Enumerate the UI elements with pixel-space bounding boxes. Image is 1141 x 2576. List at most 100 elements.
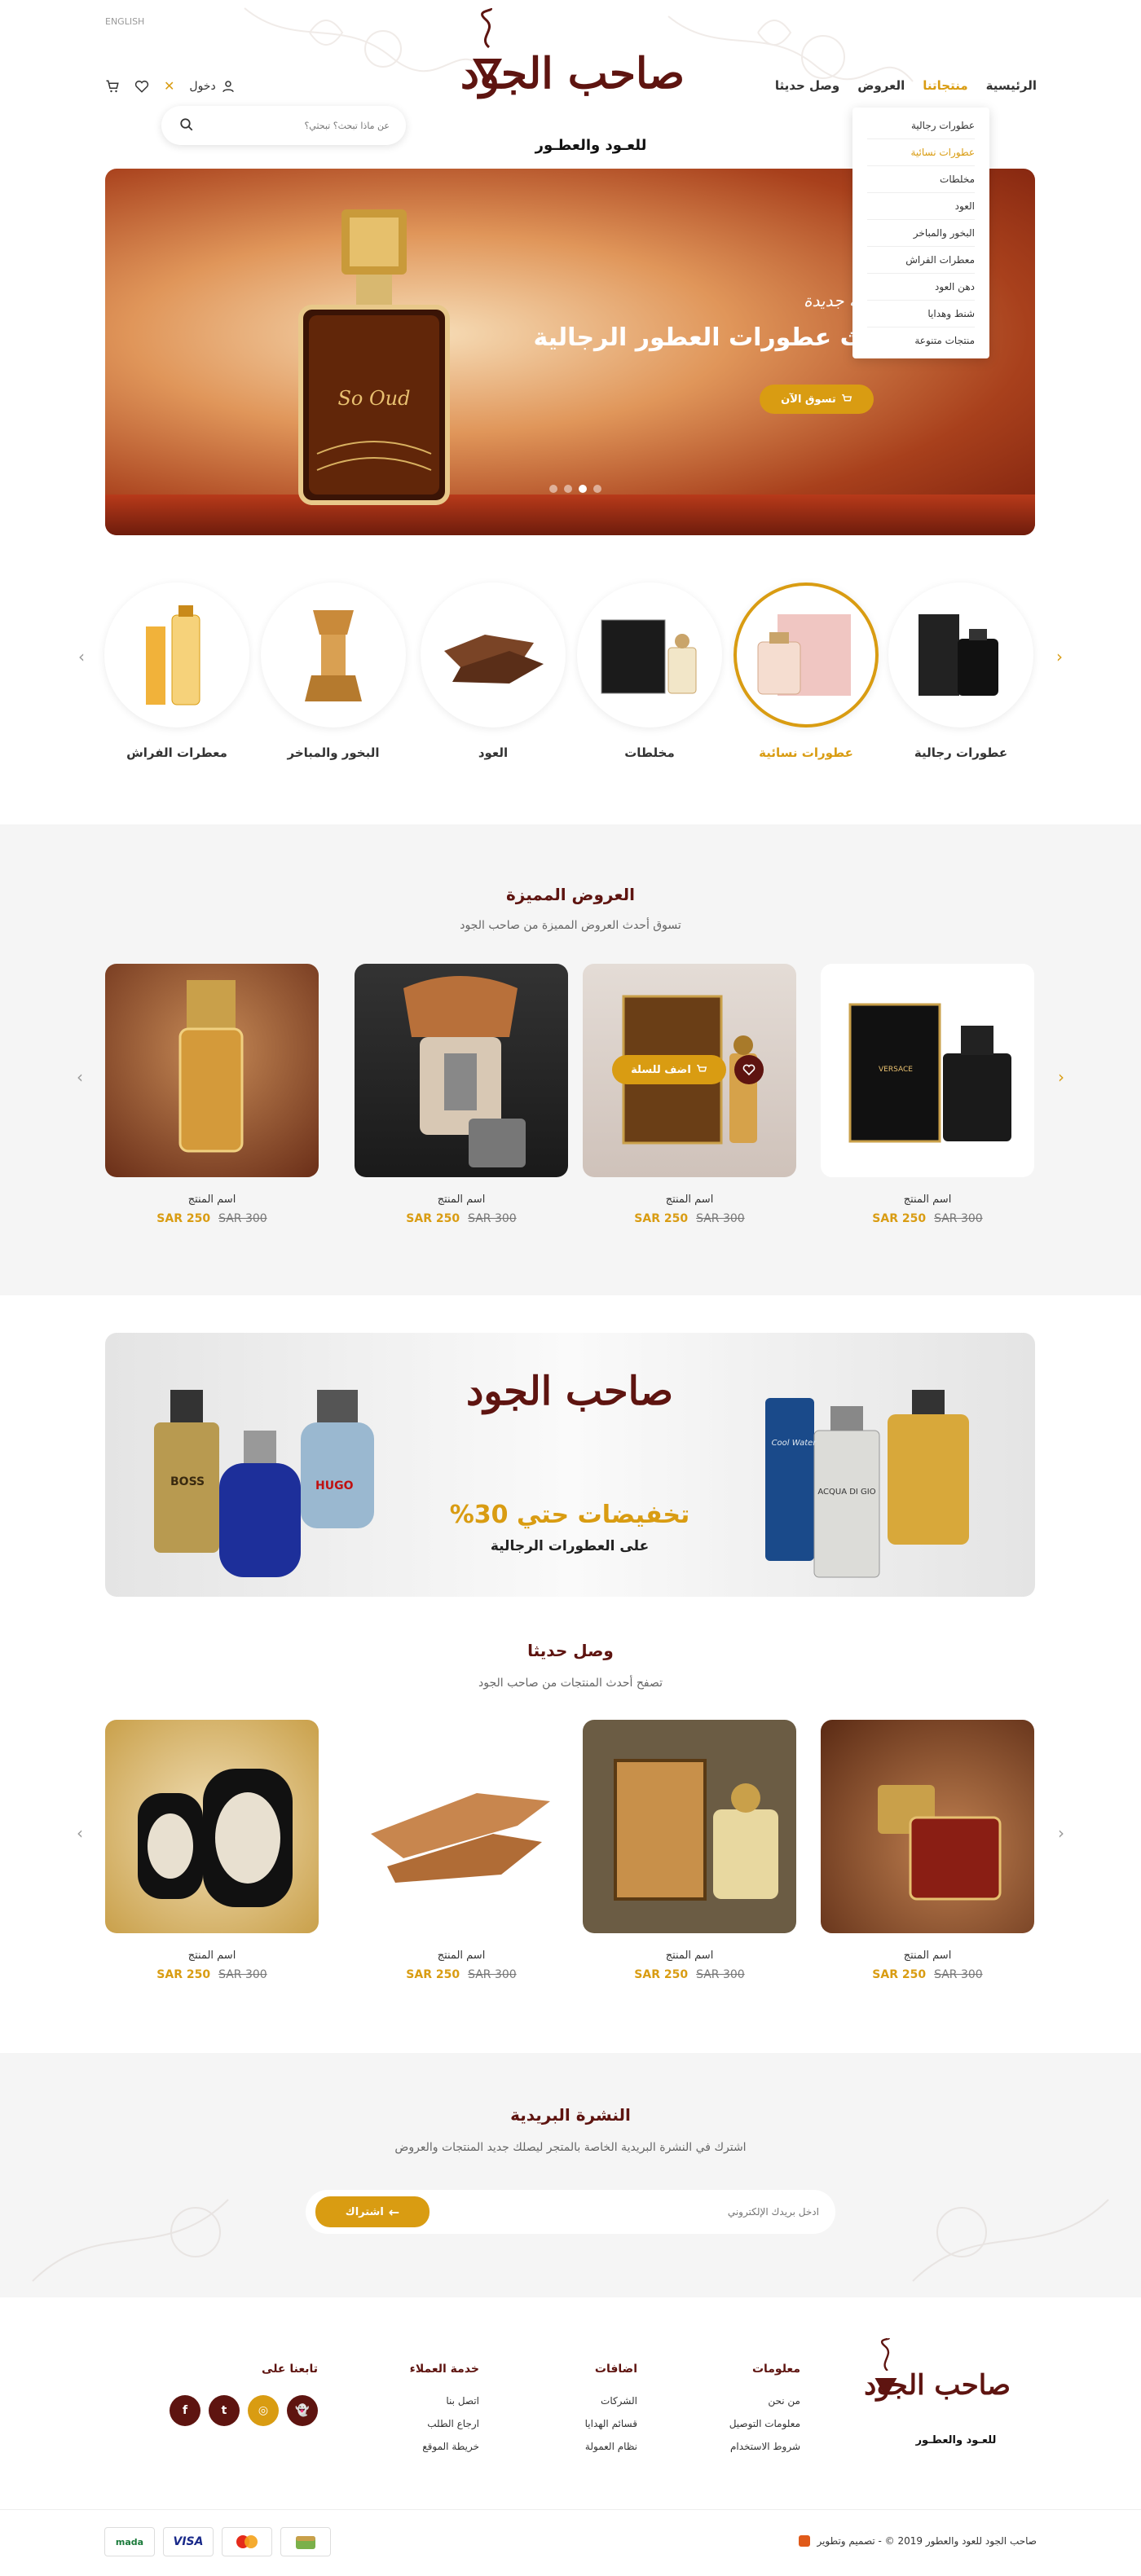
product-name: اسم المنتج — [437, 1950, 486, 1962]
language-switch[interactable]: ENGLISH — [105, 16, 144, 27]
category-label: مخلطات — [624, 745, 675, 760]
developer-logo-icon[interactable] — [799, 2535, 811, 2547]
footer-link[interactable]: شروط الاستخدام — [703, 2441, 800, 2452]
add-to-cart-button[interactable]: اضف للسلة — [612, 1055, 726, 1084]
footer-link[interactable]: اتصل بنا — [381, 2395, 479, 2407]
product-old-price: SAR 300 — [218, 1968, 267, 1981]
snapchat-icon[interactable]: 👻 — [287, 2395, 318, 2426]
footer-logo-text: صاحب الجود — [864, 2369, 1011, 2402]
dropdown-item[interactable]: منتجات متنوعة — [867, 327, 975, 354]
wallet-icon — [280, 2527, 331, 2556]
category-item[interactable]: البخور والمباخر — [261, 582, 406, 760]
product-name: اسم المنتج — [665, 1950, 714, 1962]
footer-link[interactable]: الشركات — [540, 2395, 637, 2407]
footer-link[interactable]: من نحن — [703, 2395, 800, 2407]
close-icon[interactable]: ✕ — [164, 78, 174, 94]
promo-banner[interactable]: BOSS HUGO صاحب الجود تخفيضات حتي 30% على… — [105, 1333, 1035, 1597]
subscribe-label: اشتراك — [345, 2205, 384, 2218]
footer-divider — [0, 2509, 1141, 2510]
product-image — [355, 1720, 568, 1933]
footer-logo-sub: للعـود والعطـور — [915, 2434, 997, 2446]
shop-now-button[interactable]: تسوق الآن — [760, 385, 874, 414]
featured-next-arrow[interactable]: › — [1051, 1067, 1071, 1087]
nav-offers[interactable]: العروض — [857, 78, 905, 93]
footer-link[interactable]: خريطة الموقع — [381, 2441, 479, 2452]
categories-next-arrow[interactable]: › — [1050, 647, 1069, 666]
nav-products[interactable]: منتجاتنا — [923, 78, 967, 93]
banner-brand-boss: BOSS — [170, 1475, 205, 1488]
banner-brand-hugo: HUGO — [315, 1479, 354, 1492]
category-item[interactable]: عطورات رجالية — [888, 582, 1033, 760]
follow-title: تابعنا على — [262, 2363, 318, 2376]
user-icon — [222, 80, 234, 92]
logo-main-text: صاحب الجود — [460, 49, 685, 99]
dropdown-item[interactable]: مخلطات — [867, 166, 975, 193]
product-card[interactable]: اسم المنتج SAR 250 SAR 300 — [355, 964, 568, 1225]
banner-subline: على العطورات الرجالية — [490, 1538, 650, 1554]
category-item[interactable]: عطورات نسائية — [734, 582, 879, 760]
search-input[interactable] — [210, 114, 390, 137]
product-name: اسم المنتج — [903, 1950, 952, 1962]
cart-icon[interactable] — [105, 79, 120, 94]
hero-title: أحدث عطورات العطور الرجالية — [533, 323, 905, 352]
category-item[interactable]: معطرات الفراش — [104, 582, 249, 760]
product-card[interactable]: اسم المنتج SAR 250 SAR 300 — [583, 1720, 796, 1981]
categories-prev-arrow[interactable]: ‹ — [72, 647, 91, 666]
dropdown-item[interactable]: دهن العود — [867, 274, 975, 301]
category-image-blends — [577, 582, 722, 728]
category-item[interactable]: العود — [421, 582, 566, 760]
category-item[interactable]: مخلطات — [577, 582, 722, 760]
nav-home[interactable]: الرئيسية — [986, 78, 1037, 93]
product-price: SAR 250 — [156, 1212, 211, 1225]
dropdown-item[interactable]: العود — [867, 193, 975, 220]
search-icon[interactable] — [179, 117, 194, 132]
footer-link[interactable]: قسائم الهدايا — [540, 2418, 637, 2429]
featured-title: العروض المميزة — [506, 885, 635, 904]
wishlist-button[interactable] — [734, 1055, 764, 1084]
arrow-left-icon: ← — [388, 2204, 400, 2220]
slider-dot[interactable] — [579, 485, 587, 493]
dropdown-item[interactable]: شنط وهدايا — [867, 301, 975, 327]
twitter-icon[interactable]: t — [209, 2395, 240, 2426]
site-logo[interactable]: صاحب الجود للعـود والعطـور — [456, 8, 685, 155]
heart-icon[interactable] — [134, 79, 149, 94]
footer-logo[interactable]: صاحب الجود للعـود والعطـور — [864, 2338, 1012, 2468]
featured-prev-arrow[interactable]: ‹ — [70, 1067, 90, 1087]
slider-dot[interactable] — [564, 485, 572, 493]
nav-new-arrivals[interactable]: وصل حديثا — [775, 78, 839, 93]
search-bar — [161, 106, 406, 145]
footer-link[interactable]: معلومات التوصيل — [703, 2418, 800, 2429]
footer-follow: تابعنا على 👻 ◎ t f — [155, 2363, 318, 2426]
product-card[interactable]: اسم المنتج SAR 250 SAR 300 — [105, 1720, 319, 1981]
login-label: دخول — [189, 79, 216, 93]
login-link[interactable]: دخول — [189, 79, 235, 94]
product-old-price: SAR 300 — [696, 1968, 745, 1981]
product-card[interactable]: VERSACE اسم المنتج SAR 250 SAR 300 — [821, 964, 1034, 1225]
product-card[interactable]: اضف للسلة اسم المنتج SAR 250 SAR 300 — [583, 964, 796, 1225]
copyright: صاحب الجود للعود والعطور 2019 © - تصميم … — [799, 2535, 1037, 2547]
newsletter-email-input[interactable] — [493, 2201, 819, 2222]
product-old-price: SAR 300 — [468, 1212, 517, 1225]
product-name: اسم المنتج — [437, 1193, 486, 1206]
new-arrivals-prev-arrow[interactable]: ‹ — [70, 1823, 90, 1843]
newsletter-form: اشتراك ← — [306, 2190, 835, 2234]
product-card[interactable]: اسم المنتج SAR 250 SAR 300 — [355, 1720, 568, 1981]
footer-link[interactable]: نظام العمولة — [540, 2441, 637, 2452]
footer-link[interactable]: ارجاع الطلب — [381, 2418, 479, 2429]
product-card[interactable]: اسم المنتج SAR 250 SAR 300 — [105, 964, 319, 1225]
dropdown-item[interactable]: البخور والمباخر — [867, 220, 975, 247]
product-card[interactable]: اسم المنتج SAR 250 SAR 300 — [821, 1720, 1034, 1981]
main-nav: الرئيسية منتجاتنا العروض وصل حديثا — [757, 78, 1037, 93]
slider-dot[interactable] — [549, 485, 557, 493]
mastercard-icon — [222, 2527, 272, 2556]
dropdown-item[interactable]: عطورات نسائية — [867, 139, 975, 166]
dropdown-item[interactable]: معطرات الفراش — [867, 247, 975, 274]
dropdown-item[interactable]: عطورات رجالية — [867, 112, 975, 139]
mada-icon: mada — [104, 2527, 155, 2556]
instagram-icon[interactable]: ◎ — [248, 2395, 279, 2426]
category-label: عطورات رجالية — [914, 745, 1008, 760]
subscribe-button[interactable]: اشتراك ← — [315, 2196, 430, 2227]
new-arrivals-next-arrow[interactable]: › — [1051, 1823, 1071, 1843]
slider-dot[interactable] — [593, 485, 601, 493]
facebook-icon[interactable]: f — [170, 2395, 200, 2426]
